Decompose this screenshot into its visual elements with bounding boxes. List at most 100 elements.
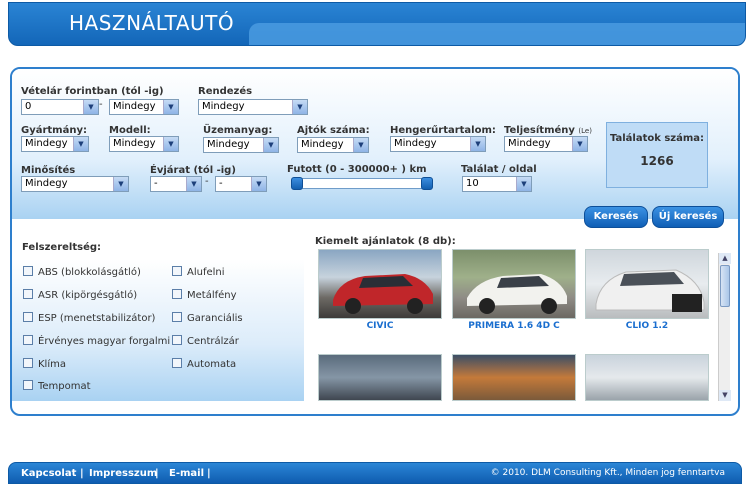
- feature-tempomat[interactable]: Tempomat: [23, 380, 91, 392]
- footer-separator: |: [155, 468, 159, 479]
- car-title-primera[interactable]: PRIMERA 1.6 4D C: [452, 321, 576, 331]
- featured-title: Kiemelt ajánlatok (8 db):: [315, 236, 456, 247]
- per-page-label: Találat / oldal: [461, 164, 537, 175]
- featured-scrollbar[interactable]: ▲ ▼: [718, 253, 731, 401]
- site-footer: Kapcsolat | Impresszum | E-mail | © 2010…: [8, 462, 742, 484]
- checkbox[interactable]: [23, 266, 33, 276]
- sort-label: Rendezés: [198, 86, 253, 97]
- price-label: Vételár forintban (tól -ig): [21, 86, 164, 97]
- quality-label: Minősítés: [21, 165, 76, 176]
- model-label: Modell:: [109, 125, 151, 136]
- price-to-select[interactable]: Mindegy ▼: [109, 99, 179, 115]
- power-label: Teljesítmény (Le): [504, 125, 592, 136]
- power-select[interactable]: Mindegy ▼: [504, 136, 588, 152]
- fuel-label: Üzemanyag:: [203, 125, 273, 136]
- checkbox[interactable]: [172, 358, 182, 368]
- feature-metalfeny[interactable]: Metálfény: [172, 289, 237, 301]
- car-image: [595, 269, 705, 312]
- fuel-select[interactable]: Mindegy ▼: [203, 137, 279, 153]
- checkbox[interactable]: [172, 335, 182, 345]
- features-title: Felszereltség:: [22, 242, 102, 253]
- year-to-select[interactable]: - ▼: [215, 176, 267, 192]
- checkbox[interactable]: [23, 289, 33, 299]
- car-photo-primera[interactable]: [452, 249, 576, 319]
- engine-select[interactable]: Mindegy ▼: [390, 136, 486, 152]
- chevron-down-icon: ▼: [73, 137, 88, 151]
- mileage-min-handle[interactable]: [291, 177, 303, 190]
- range-dash: -: [99, 99, 103, 110]
- doors-select[interactable]: Mindegy ▼: [297, 137, 369, 153]
- checkbox[interactable]: [172, 312, 182, 322]
- chevron-down-icon: ▼: [263, 138, 278, 152]
- car-image: [333, 274, 433, 314]
- scroll-down-icon[interactable]: ▼: [719, 390, 731, 401]
- footer-link-email[interactable]: E-mail: [169, 468, 204, 479]
- year-label: Évjárat (tól -ig): [150, 165, 236, 176]
- results-box: Találatok száma: 1266: [606, 122, 708, 188]
- engine-label: Hengerűrtartalom:: [390, 125, 496, 136]
- car-title-civic[interactable]: CIVIC: [318, 321, 442, 331]
- feature-esp[interactable]: ESP (menetstabilizátor): [23, 312, 155, 324]
- footer-separator: |: [207, 468, 211, 479]
- price-from-select[interactable]: 0 ▼: [21, 99, 99, 115]
- chevron-down-icon: ▼: [251, 177, 266, 191]
- footer-link-kapcsolat[interactable]: Kapcsolat: [21, 468, 76, 479]
- checkbox[interactable]: [23, 380, 33, 390]
- checkbox[interactable]: [23, 335, 33, 345]
- checkbox[interactable]: [23, 312, 33, 322]
- feature-automata[interactable]: Automata: [172, 358, 236, 370]
- footer-link-impresszum[interactable]: Impresszum: [89, 468, 157, 479]
- results-count: 1266: [640, 154, 674, 168]
- car-photo-5[interactable]: [452, 354, 576, 401]
- search-button[interactable]: Keresés: [584, 206, 648, 228]
- car-photo-civic[interactable]: [318, 249, 442, 319]
- new-search-button[interactable]: Új keresés: [652, 206, 724, 228]
- range-dash: -: [205, 176, 209, 187]
- chevron-down-icon: ▼: [516, 177, 531, 191]
- chevron-down-icon: ▼: [83, 100, 98, 114]
- chevron-down-icon: ▼: [572, 137, 587, 151]
- checkbox[interactable]: [172, 266, 182, 276]
- feature-klima[interactable]: Klíma: [23, 358, 66, 370]
- footer-separator: |: [80, 468, 84, 479]
- mileage-slider[interactable]: [291, 177, 433, 190]
- model-select[interactable]: Mindegy ▼: [109, 136, 179, 152]
- site-title: HASZNÁLTAUTÓ: [69, 11, 235, 35]
- feature-garancialis[interactable]: Garanciális: [172, 312, 243, 324]
- checkbox[interactable]: [172, 289, 182, 299]
- search-form: Vételár forintban (tól -ig) 0 ▼ - Mindegy…: [12, 69, 738, 219]
- chevron-down-icon: ▼: [163, 100, 178, 114]
- site-header: HASZNÁLTAUTÓ: [8, 2, 746, 46]
- mileage-max-handle[interactable]: [421, 177, 433, 190]
- sort-select[interactable]: Mindegy ▼: [198, 99, 308, 115]
- car-photo-4[interactable]: [318, 354, 442, 401]
- checkbox[interactable]: [23, 358, 33, 368]
- chevron-down-icon: ▼: [113, 177, 128, 191]
- car-photo-clio[interactable]: [585, 249, 709, 319]
- chevron-down-icon: ▼: [292, 100, 307, 114]
- scroll-up-icon[interactable]: ▲: [719, 253, 731, 264]
- doors-label: Ajtók száma:: [297, 125, 370, 136]
- header-band: [249, 23, 745, 45]
- chevron-down-icon: ▼: [163, 137, 178, 151]
- car-title-clio[interactable]: CLIO 1.2: [585, 321, 709, 331]
- scroll-thumb[interactable]: [720, 265, 730, 307]
- footer-copyright: © 2010. DLM Consulting Kft., Minden jog …: [490, 468, 725, 478]
- feature-alufelni[interactable]: Alufelni: [172, 266, 225, 278]
- per-page-select[interactable]: 10 ▼: [462, 176, 532, 192]
- feature-asr[interactable]: ASR (kipörgésgátló): [23, 289, 137, 301]
- year-from-select[interactable]: - ▼: [150, 176, 202, 192]
- feature-registration[interactable]: Érvényes magyar forgalmi: [23, 335, 170, 347]
- chevron-down-icon: ▼: [186, 177, 201, 191]
- feature-centralzar[interactable]: Centrálzár: [172, 335, 239, 347]
- feature-abs[interactable]: ABS (blokkolásgátló): [23, 266, 141, 278]
- results-label: Találatok száma:: [609, 133, 705, 144]
- search-panel: Vételár forintban (tól -ig) 0 ▼ - Mindegy…: [10, 67, 740, 416]
- chevron-down-icon: ▼: [353, 138, 368, 152]
- make-select[interactable]: Mindegy ▼: [21, 136, 89, 152]
- mileage-label: Futott (0 - 300000+ ) km: [287, 164, 427, 175]
- car-image: [467, 274, 567, 314]
- car-photo-6[interactable]: [585, 354, 709, 401]
- quality-select[interactable]: Mindegy ▼: [21, 176, 129, 192]
- chevron-down-icon: ▼: [470, 137, 485, 151]
